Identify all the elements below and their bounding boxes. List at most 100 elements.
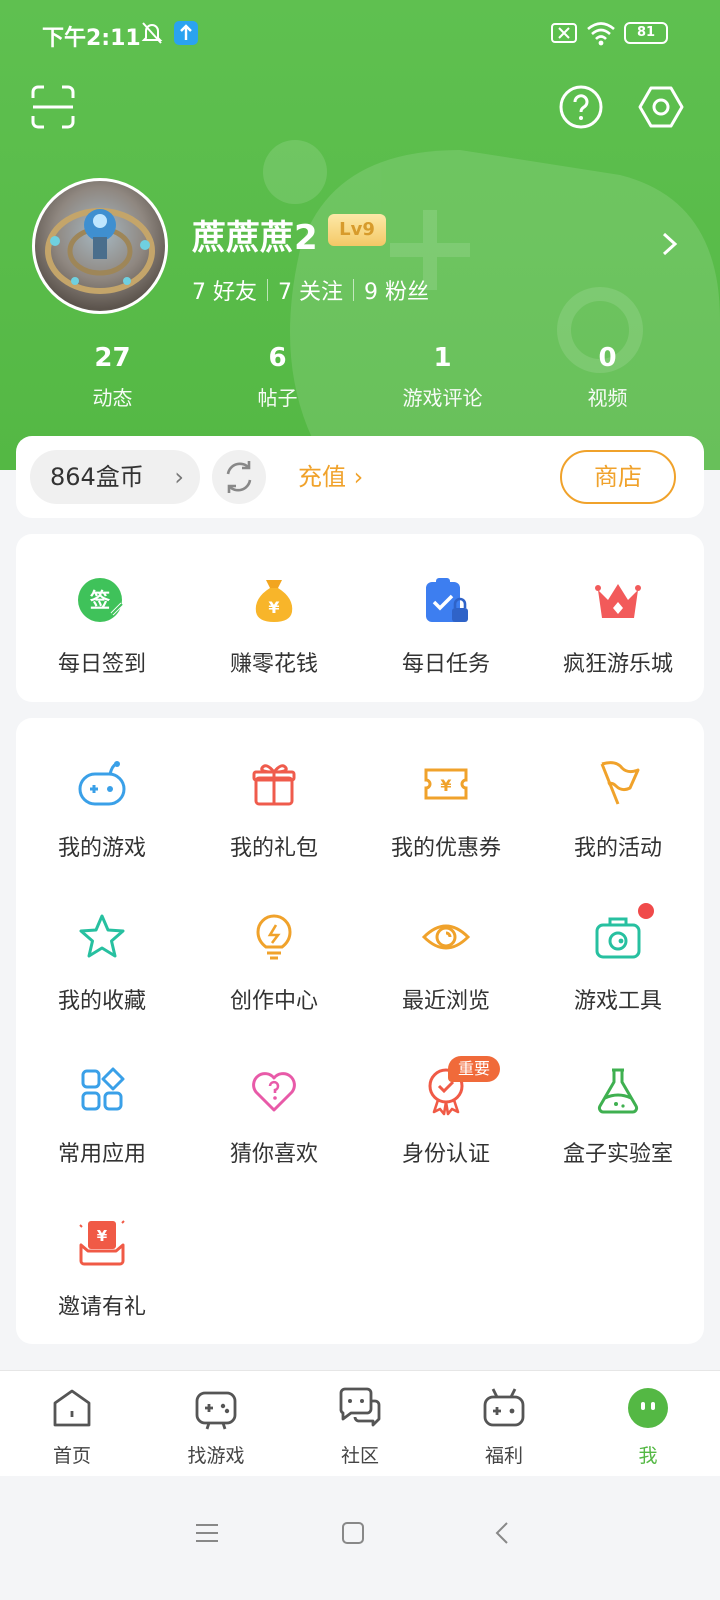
settings-icon[interactable]: [638, 84, 684, 130]
feature-label: 邀请有礼: [57, 1295, 146, 1320]
stat-label: 动态: [92, 386, 133, 410]
scan-icon[interactable]: [30, 84, 76, 130]
stat-posts-feed[interactable]: 27 动态: [30, 340, 195, 411]
feature-label: 最近浏览: [401, 989, 490, 1014]
recharge-label: 充值: [298, 463, 346, 491]
quick-actions-card: 签 每日签到 ¥ 赚零花钱 每日任务 疯狂游乐城: [16, 534, 704, 702]
battery-indicator: 81: [624, 22, 668, 44]
tab-find-games[interactable]: 找游戏: [144, 1371, 288, 1476]
toolbox-icon: [595, 917, 641, 959]
feature-my-favorites[interactable]: 我的收藏: [16, 911, 188, 1015]
feature-label: 身份认证: [401, 1142, 490, 1167]
quick-action-label: 疯狂游乐城: [562, 652, 673, 677]
chevron-right-icon[interactable]: [660, 230, 680, 258]
coupon-icon: ¥: [424, 768, 468, 800]
feature-label: 猜你喜欢: [229, 1142, 318, 1167]
svg-text:签: 签: [89, 588, 111, 612]
refresh-button[interactable]: [212, 450, 266, 504]
tab-label: 社区: [340, 1445, 379, 1467]
stat-label: 游戏评论: [402, 386, 483, 410]
help-icon[interactable]: [558, 84, 604, 130]
star-icon: [79, 914, 125, 958]
friends-count[interactable]: 7 好友: [192, 274, 257, 306]
lightbulb-icon: [256, 914, 292, 960]
quick-action-daily-task[interactable]: 每日任务: [360, 574, 532, 678]
tab-welfare[interactable]: 福利: [432, 1371, 576, 1476]
feature-my-gifts[interactable]: 我的礼包: [188, 758, 360, 862]
controller-icon: [195, 1391, 237, 1430]
fans-count[interactable]: 9 粉丝: [364, 274, 429, 306]
svg-text:¥: ¥: [268, 598, 279, 617]
chevron-right-icon: ›: [353, 463, 364, 491]
username[interactable]: 蔗蔗蔗2: [192, 210, 318, 259]
gamepad-icon: [78, 761, 126, 806]
apps-icon: [81, 1067, 125, 1111]
stat-game-reviews[interactable]: 1 游戏评论: [360, 340, 525, 411]
tab-label: 我: [638, 1445, 658, 1467]
feature-label: 创作中心: [229, 989, 318, 1014]
tab-label: 首页: [52, 1445, 91, 1467]
money-bag-icon: ¥: [255, 580, 293, 622]
feature-label: 我的活动: [573, 836, 662, 861]
avatar[interactable]: [32, 178, 168, 314]
feature-guess-you-like[interactable]: 猜你喜欢: [188, 1064, 360, 1168]
feature-label: 我的游戏: [57, 836, 146, 861]
coin-balance-button[interactable]: 864盒币 ›: [30, 450, 200, 504]
divider: [353, 279, 354, 301]
invite-gift-icon: ¥: [79, 1220, 125, 1266]
feature-common-apps[interactable]: 常用应用: [16, 1064, 188, 1168]
menu-icon[interactable]: [194, 1520, 220, 1546]
me-face-icon: [628, 1388, 668, 1428]
system-navigation-bar: [0, 1476, 720, 1600]
feature-label: 我的优惠券: [390, 836, 501, 861]
feature-label: 游戏工具: [573, 989, 662, 1014]
wifi-icon: [587, 22, 615, 46]
stat-videos[interactable]: 0 视频: [525, 340, 690, 411]
shop-button[interactable]: 商店: [560, 450, 676, 504]
sign-in-icon: 签: [78, 578, 124, 622]
tab-community[interactable]: 社区: [288, 1371, 432, 1476]
quick-action-earn-money[interactable]: ¥ 赚零花钱: [188, 574, 360, 678]
feature-recent-views[interactable]: 最近浏览: [360, 911, 532, 1015]
feature-identity-verification[interactable]: 重要 身份认证: [360, 1056, 532, 1168]
eye-icon: [421, 924, 471, 950]
feature-my-games[interactable]: 我的游戏: [16, 758, 188, 862]
tab-home[interactable]: 首页: [0, 1371, 144, 1476]
important-tag: 重要: [448, 1056, 501, 1082]
home-square-icon[interactable]: [340, 1520, 366, 1546]
feature-label: 我的礼包: [229, 836, 318, 861]
feature-box-lab[interactable]: 盒子实验室: [532, 1064, 704, 1168]
wallet-card: 864盒币 › 充值 › 商店: [16, 436, 704, 518]
upload-notification-icon: [174, 21, 198, 45]
notification-dot: [638, 903, 654, 919]
stat-value: 6: [268, 343, 287, 373]
feature-my-events[interactable]: 我的活动: [532, 758, 704, 862]
feature-game-tools[interactable]: 游戏工具: [532, 903, 704, 1015]
tab-label: 福利: [484, 1445, 523, 1467]
quick-action-label: 每日任务: [401, 652, 490, 677]
quick-action-fun-city[interactable]: 疯狂游乐城: [532, 574, 704, 678]
task-clipboard-icon: [426, 578, 468, 622]
recharge-link[interactable]: 充值 ›: [298, 456, 363, 498]
feature-invite-rewards[interactable]: ¥ 邀请有礼: [16, 1217, 188, 1321]
social-counts: 7 好友 7 关注 9 粉丝: [192, 274, 429, 306]
back-icon[interactable]: [490, 1520, 516, 1546]
following-count[interactable]: 7 关注: [278, 274, 343, 306]
quick-action-sign-in[interactable]: 签 每日签到: [16, 574, 188, 678]
stat-threads[interactable]: 6 帖子: [195, 340, 360, 411]
feature-label: 常用应用: [57, 1142, 146, 1167]
chevron-right-icon: ›: [174, 463, 184, 491]
profile-header: 下午2:11 81 蔗蔗蔗2 Lv9 7 好友 7 关注 9 粉丝 27 动态 …: [0, 0, 720, 470]
stat-value: 0: [598, 343, 617, 373]
feature-my-coupons[interactable]: ¥ 我的优惠券: [360, 758, 532, 862]
level-badge: Lv9: [328, 214, 386, 246]
battery-level: 81: [636, 25, 656, 40]
stat-value: 1: [433, 343, 452, 373]
tab-label: 找游戏: [187, 1445, 245, 1467]
quick-action-label: 赚零花钱: [229, 652, 318, 677]
chat-icon: [339, 1387, 381, 1427]
svg-text:¥: ¥: [97, 1227, 108, 1245]
tab-me[interactable]: 我: [576, 1371, 720, 1476]
feature-creator-center[interactable]: 创作中心: [188, 911, 360, 1015]
divider: [267, 279, 268, 301]
